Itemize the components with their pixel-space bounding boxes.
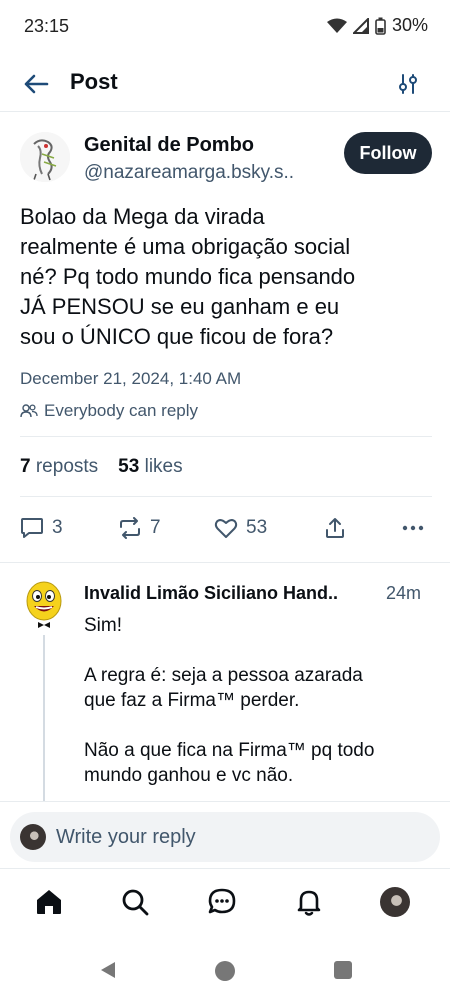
reply-timestamp: 24m [386,583,422,603]
author-handle[interactable]: @nazareamarga.bsky.s.. [84,162,294,184]
follow-button[interactable]: Follow [344,132,432,174]
nav-chat[interactable] [205,885,239,919]
repost-icon [120,517,140,539]
comment-icon [21,518,43,538]
reposts-count: 7 [20,456,31,477]
post-stats: 7 reposts 53 likes [20,456,183,478]
more-options-button[interactable] [402,510,424,546]
nav-search[interactable] [118,885,152,919]
pigeon-avatar-image [20,132,70,182]
bottom-nav [0,868,450,940]
thread-line [43,635,45,803]
my-avatar [20,824,46,850]
reply-item[interactable]: Invalid Limão Siciliano Hand.. 24m Sim! … [0,562,450,803]
back-arrow-icon [24,74,49,94]
nav-profile[interactable] [378,885,412,919]
sliders-icon [399,74,417,94]
status-time: 23:15 [24,16,70,36]
share-button[interactable] [324,510,346,546]
page-title: Post [70,69,118,94]
reply-composer-bar: Write your reply [0,801,450,867]
people-icon [20,404,38,418]
like-count: 53 [246,517,268,538]
reply-setting-label: Everybody can reply [44,401,199,420]
repost-count: 7 [150,517,161,538]
post-actions: 3 7 53 [20,510,432,546]
post-author-row: Genital de Pombo @nazareamarga.bsky.s.. … [20,130,432,190]
like-button[interactable]: 53 [214,510,267,546]
reposts-label: reposts [35,456,99,477]
likes-count: 53 [118,456,140,477]
reposts-stat[interactable]: 7 reposts [20,456,98,478]
thread-options-button[interactable] [392,68,424,100]
heart-icon [214,519,238,538]
reply-author-avatar[interactable] [24,581,64,629]
status-bar: 23:15 30% [0,0,450,56]
post-text: Bolao da Mega da virada realmente é uma … [20,204,356,349]
nav-home[interactable] [32,885,66,919]
repost-button[interactable]: 7 [118,510,161,546]
wifi-icon [326,18,347,33]
post-header: Post [0,56,450,112]
author-avatar[interactable] [20,132,70,182]
likes-label: likes [144,456,183,477]
back-button[interactable] [20,68,52,100]
reply-button[interactable]: 3 [20,510,63,546]
profile-avatar [380,887,410,917]
reply-author-name[interactable]: Invalid Limão Siciliano Hand.. [84,583,384,604]
ellipsis-icon [402,525,424,531]
battery-icon [375,17,386,35]
lemon-avatar-image [26,581,62,628]
reply-composer[interactable]: Write your reply [10,812,440,862]
system-nav-bar [0,940,450,1000]
system-recents-icon[interactable] [333,960,353,980]
battery-percent: 30% [391,15,428,35]
system-back-icon[interactable] [98,960,118,980]
reply-setting: Everybody can reply [20,401,198,421]
divider [20,496,432,497]
share-icon [326,518,344,538]
likes-stat[interactable]: 53 likes [118,456,182,478]
signal-icon [352,17,369,34]
divider [20,436,432,437]
reply-text: Sim! A regra é: seja a pessoa azarada qu… [84,615,375,786]
chat-icon [208,888,236,914]
search-icon [122,889,149,916]
bell-icon [297,890,321,916]
nav-notifications[interactable] [292,885,326,919]
reply-count: 3 [52,517,63,538]
post-date: December 21, 2024, 1:40 AM [20,369,242,388]
system-home-icon[interactable] [214,960,236,982]
author-name[interactable]: Genital de Pombo [84,134,254,157]
reply-input-placeholder: Write your reply [56,825,196,848]
home-icon [37,890,61,914]
status-icons: 30% [326,15,428,36]
